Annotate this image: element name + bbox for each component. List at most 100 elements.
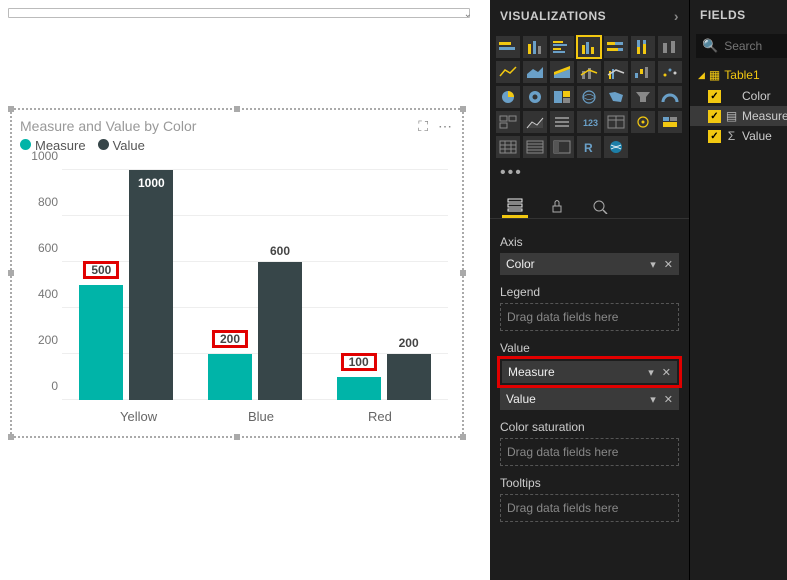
bar-measure[interactable]: 200: [208, 354, 252, 400]
viz-area[interactable]: [523, 61, 547, 83]
viz-waterfall[interactable]: [631, 61, 655, 83]
viz-donut[interactable]: [523, 86, 547, 108]
more-options-icon[interactable]: ⋯: [438, 118, 452, 135]
resize-handle[interactable]: [234, 434, 240, 440]
remove-field-icon[interactable]: ✕: [662, 366, 671, 379]
data-label: 100: [343, 355, 375, 369]
resize-handle[interactable]: [460, 270, 466, 276]
bar-value[interactable]: 200: [387, 354, 431, 400]
tooltips-drop-zone[interactable]: Drag data fields here: [500, 494, 679, 522]
field-measure[interactable]: ✓ ▤ Measure: [690, 106, 787, 126]
search-input[interactable]: 🔍: [696, 34, 787, 58]
bar-group[interactable]: 100 200: [324, 170, 444, 400]
viz-card-multi[interactable]: [496, 111, 520, 133]
resize-handle[interactable]: [8, 434, 14, 440]
viz-table[interactable]: [523, 136, 547, 158]
viz-gauge[interactable]: [658, 86, 682, 108]
value-field-pill-value[interactable]: Value ▾✕: [500, 388, 679, 410]
viz-treemap[interactable]: [550, 86, 574, 108]
tab-analytics[interactable]: [586, 194, 612, 218]
viz-matrix-preview[interactable]: [550, 136, 574, 158]
legend-drop-zone[interactable]: Drag data fields here: [500, 303, 679, 331]
svg-text:123: 123: [583, 118, 598, 128]
viz-stacked-area[interactable]: [550, 61, 574, 83]
panel-title: FIELDS: [700, 8, 746, 22]
viz-kpi[interactable]: [523, 111, 547, 133]
viz-slicer[interactable]: [550, 111, 574, 133]
x-axis-label: Red: [368, 409, 392, 424]
data-label: 1000: [138, 176, 165, 190]
resize-handle[interactable]: [460, 434, 466, 440]
bar-group[interactable]: 500 1000: [66, 170, 186, 400]
axis-field-pill[interactable]: Color ▾✕: [500, 253, 679, 275]
fields-panel: FIELDS 🔍 ◢ ▦ Table1 ✓ Color ✓ ▤ Measure …: [690, 0, 787, 580]
panel-title: VISUALIZATIONS: [500, 9, 606, 23]
tab-format[interactable]: [544, 194, 570, 218]
viz-shape-map[interactable]: [658, 111, 682, 133]
viz-line-clustered-column[interactable]: [604, 61, 628, 83]
viz-arcgis[interactable]: [631, 111, 655, 133]
table-icon: ▦: [709, 68, 720, 82]
field-value[interactable]: ✓ Σ Value: [690, 126, 787, 146]
chevron-down-icon[interactable]: ▾: [650, 393, 656, 406]
viz-card[interactable]: 123: [577, 111, 601, 133]
bar-value[interactable]: 600: [258, 262, 302, 400]
chevron-down-icon[interactable]: ▾: [650, 258, 656, 271]
viz-funnel[interactable]: [631, 86, 655, 108]
viz-100-stacked-column[interactable]: [631, 36, 655, 58]
x-axis-label: Blue: [248, 409, 274, 424]
viz-ribbon[interactable]: [658, 36, 682, 58]
viz-table-multi[interactable]: [604, 111, 628, 133]
checkbox-checked-icon[interactable]: ✓: [708, 130, 721, 143]
field-color[interactable]: ✓ Color: [690, 86, 787, 106]
field-format-tabs: [490, 188, 689, 219]
bar-measure[interactable]: 100: [337, 377, 381, 400]
resize-handle[interactable]: [460, 106, 466, 112]
chart-visual[interactable]: Measure and Value by Color ⛶ ⋯ Measure V…: [10, 108, 464, 438]
bar-group[interactable]: 200 600: [195, 170, 315, 400]
viz-line-stacked-column[interactable]: [577, 61, 601, 83]
remove-field-icon[interactable]: ✕: [664, 258, 673, 271]
viz-matrix[interactable]: [496, 136, 520, 158]
chevron-down-icon[interactable]: ▾: [648, 366, 654, 379]
resize-handle[interactable]: [234, 106, 240, 112]
remove-field-icon[interactable]: ✕: [664, 393, 673, 406]
viz-map[interactable]: [577, 86, 601, 108]
checkbox-checked-icon[interactable]: ✓: [708, 90, 721, 103]
collapse-panel-icon[interactable]: ›: [674, 8, 679, 24]
focus-mode-icon[interactable]: ⛶: [418, 118, 428, 135]
bar-value[interactable]: 1000: [129, 170, 173, 400]
chevron-down-icon[interactable]: ⌄: [464, 9, 472, 20]
svg-text:R: R: [584, 141, 593, 154]
resize-handle[interactable]: [8, 270, 14, 276]
more-visuals-icon[interactable]: •••: [490, 162, 689, 188]
visualization-gallery: 123 R: [490, 32, 689, 162]
data-label: 200: [214, 332, 246, 346]
viz-stacked-column[interactable]: [523, 36, 547, 58]
resize-handle[interactable]: [8, 106, 14, 112]
viz-clustered-bar[interactable]: [550, 36, 574, 58]
viz-scatter[interactable]: [658, 61, 682, 83]
expand-icon[interactable]: ◢: [698, 70, 705, 81]
search-icon: 🔍: [702, 38, 718, 54]
viz-stacked-bar[interactable]: [496, 36, 520, 58]
viz-pie[interactable]: [496, 86, 520, 108]
chart-title: Measure and Value by Color: [12, 110, 462, 138]
viz-100-stacked-bar[interactable]: [604, 36, 628, 58]
tab-fields[interactable]: [502, 194, 528, 218]
viz-filled-map[interactable]: [604, 86, 628, 108]
viz-r-script[interactable]: R: [577, 136, 601, 158]
field-wells: Axis Color ▾✕ Legend Drag data fields he…: [490, 219, 689, 580]
colorsat-drop-zone[interactable]: Drag data fields here: [500, 438, 679, 466]
report-canvas[interactable]: ⌄ Measure and Value by Color ⛶ ⋯ Measure…: [0, 0, 490, 580]
table-node[interactable]: ◢ ▦ Table1: [690, 66, 787, 86]
viz-globe[interactable]: [604, 136, 628, 158]
value-field-pill-measure[interactable]: Measure ▾✕: [502, 361, 677, 383]
data-label: 200: [399, 336, 419, 350]
checkbox-checked-icon[interactable]: ✓: [708, 110, 721, 123]
bar-measure[interactable]: 500: [79, 285, 123, 400]
data-label: 600: [270, 244, 290, 258]
slicer-strip[interactable]: [8, 8, 470, 18]
viz-line[interactable]: [496, 61, 520, 83]
viz-clustered-column[interactable]: [577, 36, 601, 58]
